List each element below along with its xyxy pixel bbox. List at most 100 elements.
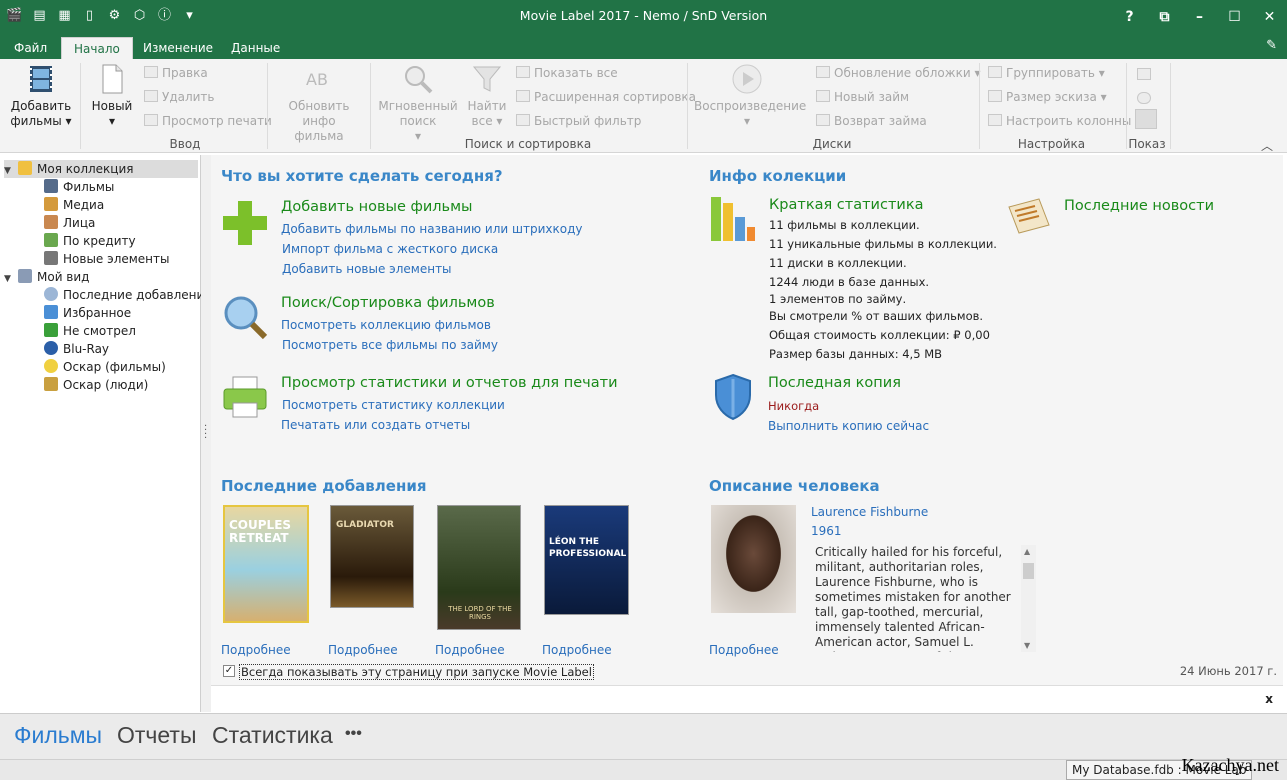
playback-button[interactable]: Воспроизведение ▾ [694, 63, 806, 129]
always-show-label[interactable]: Всегда показывать эту страницу при запус… [239, 664, 594, 680]
panel-splitter[interactable]: · · · · [201, 155, 211, 712]
poster-leon[interactable]: LÉON THE PROFESSIONAL [544, 505, 629, 615]
nav-reports[interactable]: Отчеты [117, 722, 197, 749]
nav-statistics[interactable]: Статистика [212, 722, 333, 749]
collapse-ribbon-icon[interactable]: ︿ [1261, 137, 1273, 154]
scroll-down-icon[interactable]: ▼ [1024, 641, 1030, 650]
person-year-link[interactable]: 1961 [811, 524, 842, 538]
link-backup-now[interactable]: Выполнить копию сейчас [768, 419, 929, 433]
collapse-icon[interactable]: ▼ [4, 270, 14, 288]
search-movies-title[interactable]: Поиск/Сортировка фильмов [281, 295, 495, 311]
tree-item-media[interactable]: Медиа [44, 196, 104, 214]
add-movies-button[interactable]: Добавить фильмы ▾ [8, 63, 74, 129]
nav-movies[interactable]: Фильмы [14, 722, 102, 749]
tree-item-oscar-people[interactable]: Оскар (люди) [44, 376, 148, 394]
person-more-link[interactable]: Подробнее [709, 643, 779, 657]
plus-icon [223, 201, 267, 245]
latest-news-title[interactable]: Последние новости [1064, 198, 1214, 214]
tree-label: Не смотрел [63, 324, 136, 338]
poster-couples-retreat[interactable]: COUPLES RETREAT [223, 505, 309, 623]
poster-more-link[interactable]: Подробнее [542, 643, 612, 657]
tree-label: Моя коллекция [37, 162, 134, 176]
tree-item-recent[interactable]: Последние добавления [44, 286, 212, 304]
close-button[interactable]: ✕ [1252, 0, 1287, 34]
close-info-bar-button[interactable]: x [1265, 692, 1273, 706]
find-all-label: Найти все [467, 99, 507, 128]
tree-my-view[interactable]: ▼ Мой вид [4, 268, 89, 286]
view-list-button[interactable] [1137, 65, 1155, 85]
scroll-thumb[interactable] [1023, 563, 1034, 579]
flag-icon [44, 323, 58, 337]
tree-label: По кредиту [63, 234, 136, 248]
tree-my-collection[interactable]: ▼ Моя коллекция [4, 160, 198, 178]
thumb-size-button[interactable]: Размер эскиза ▾ [988, 87, 1107, 107]
home-icon [18, 161, 32, 175]
disc-view-icon [1137, 92, 1151, 104]
person-name-link[interactable]: Laurence Fishburne [811, 505, 928, 519]
pin-icon[interactable]: ✎ [1266, 38, 1277, 53]
tab-file[interactable]: Файл [2, 37, 59, 59]
tab-data[interactable]: Данные [219, 37, 292, 59]
new-button[interactable]: Новый ▾ [88, 63, 136, 129]
link-add-new-elements[interactable]: Добавить новые элементы [282, 262, 452, 276]
maximize-button[interactable]: ☐ [1217, 0, 1252, 34]
person-photo[interactable] [711, 505, 796, 613]
delete-button[interactable]: Удалить [144, 87, 215, 107]
update-cover-label: Обновление обложки [834, 66, 971, 80]
link-view-loaned[interactable]: Посмотреть все фильмы по займу [282, 338, 498, 352]
scroll-up-icon[interactable]: ▲ [1024, 547, 1030, 556]
tree-item-people[interactable]: Лица [44, 214, 95, 232]
grouping-icon [988, 66, 1002, 78]
poster-more-link[interactable]: Подробнее [328, 643, 398, 657]
update-info-button[interactable]: AB Обновить инфо фильма [276, 63, 362, 144]
minimize-button[interactable]: – [1182, 0, 1217, 34]
help-button[interactable]: ? [1112, 0, 1147, 34]
poster-gladiator[interactable]: GLADIATOR [330, 505, 414, 608]
edit-button[interactable]: Правка [144, 63, 208, 83]
find-all-button[interactable]: Найти все ▾ [464, 63, 510, 129]
add-movies-title[interactable]: Добавить новые фильмы [281, 199, 473, 215]
bar-chart-icon [711, 197, 755, 241]
tree-item-oscar-movies[interactable]: Оскар (фильмы) [44, 358, 166, 376]
return-loan-button[interactable]: Возврат займа [816, 111, 927, 131]
collapse-icon[interactable]: ▼ [4, 162, 14, 180]
poster-title: THE LORD OF THE RINGS [448, 605, 512, 621]
poster-lord-of-the-rings[interactable]: THE LORD OF THE RINGS [437, 505, 521, 630]
title-bar: 🎬 ▤ ▦ ▯ ⚙ ⬡ ⓘ ▾ Movie Label 2017 - Nemo … [0, 0, 1287, 34]
grouping-button[interactable]: Группировать ▾ [988, 63, 1105, 83]
quick-search-button[interactable]: Мгновенный поиск ▾ [376, 63, 460, 144]
nav-more[interactable]: ••• [345, 725, 362, 743]
tab-edit[interactable]: Изменение [131, 37, 225, 59]
new-loan-button[interactable]: Новый займ [816, 87, 909, 107]
link-import-from-disk[interactable]: Импорт фильма с жесткого диска [282, 242, 498, 256]
update-cover-button[interactable]: Обновление обложки ▾ [816, 63, 980, 83]
show-all-button[interactable]: Показать все [516, 63, 618, 83]
link-view-collection[interactable]: Посмотреть коллекцию фильмов [281, 318, 491, 332]
stats-print-title[interactable]: Просмотр статистики и отчетов для печати [281, 375, 618, 391]
brief-stats-title: Краткая статистика [769, 197, 924, 213]
tree-item-loaned[interactable]: По кредиту [44, 232, 136, 250]
ribbon-display-button[interactable]: ⧉ [1147, 0, 1182, 34]
tree-item-unwatched[interactable]: Не смотрел [44, 322, 136, 340]
tree-item-movies[interactable]: Фильмы [44, 178, 114, 196]
quick-filter-button[interactable]: Быстрый фильтр [516, 111, 641, 131]
tree-item-favorites[interactable]: Избранное [44, 304, 131, 322]
always-show-checkbox[interactable]: ✓ [223, 665, 235, 677]
print-preview-button[interactable]: Просмотр печати [144, 111, 272, 131]
columns-button[interactable]: Настроить колонны [988, 111, 1131, 131]
printer-icon [223, 376, 267, 418]
link-view-stats[interactable]: Посмотреть статистику коллекции [282, 398, 505, 412]
view-disc-button[interactable] [1137, 89, 1155, 109]
status-bar: My Database.fdb : Movie Lab Kazachya.net [0, 755, 1287, 780]
tree-item-bluray[interactable]: Blu-Ray [44, 340, 109, 358]
advanced-sort-label: Расширенная сортировка [534, 90, 697, 104]
description-scrollbar[interactable]: ▲ ▼ [1021, 545, 1036, 652]
view-panel-button[interactable] [1135, 109, 1161, 129]
link-add-by-title[interactable]: Добавить фильмы по названию или штрихкод… [281, 222, 583, 236]
tree-item-new-elements[interactable]: Новые элементы [44, 250, 170, 268]
link-print-reports[interactable]: Печатать или создать отчеты [281, 418, 470, 432]
tab-home[interactable]: Начало [61, 37, 133, 59]
poster-more-link[interactable]: Подробнее [435, 643, 505, 657]
poster-more-link[interactable]: Подробнее [221, 643, 291, 657]
advanced-sort-button[interactable]: Расширенная сортировка [516, 87, 696, 107]
